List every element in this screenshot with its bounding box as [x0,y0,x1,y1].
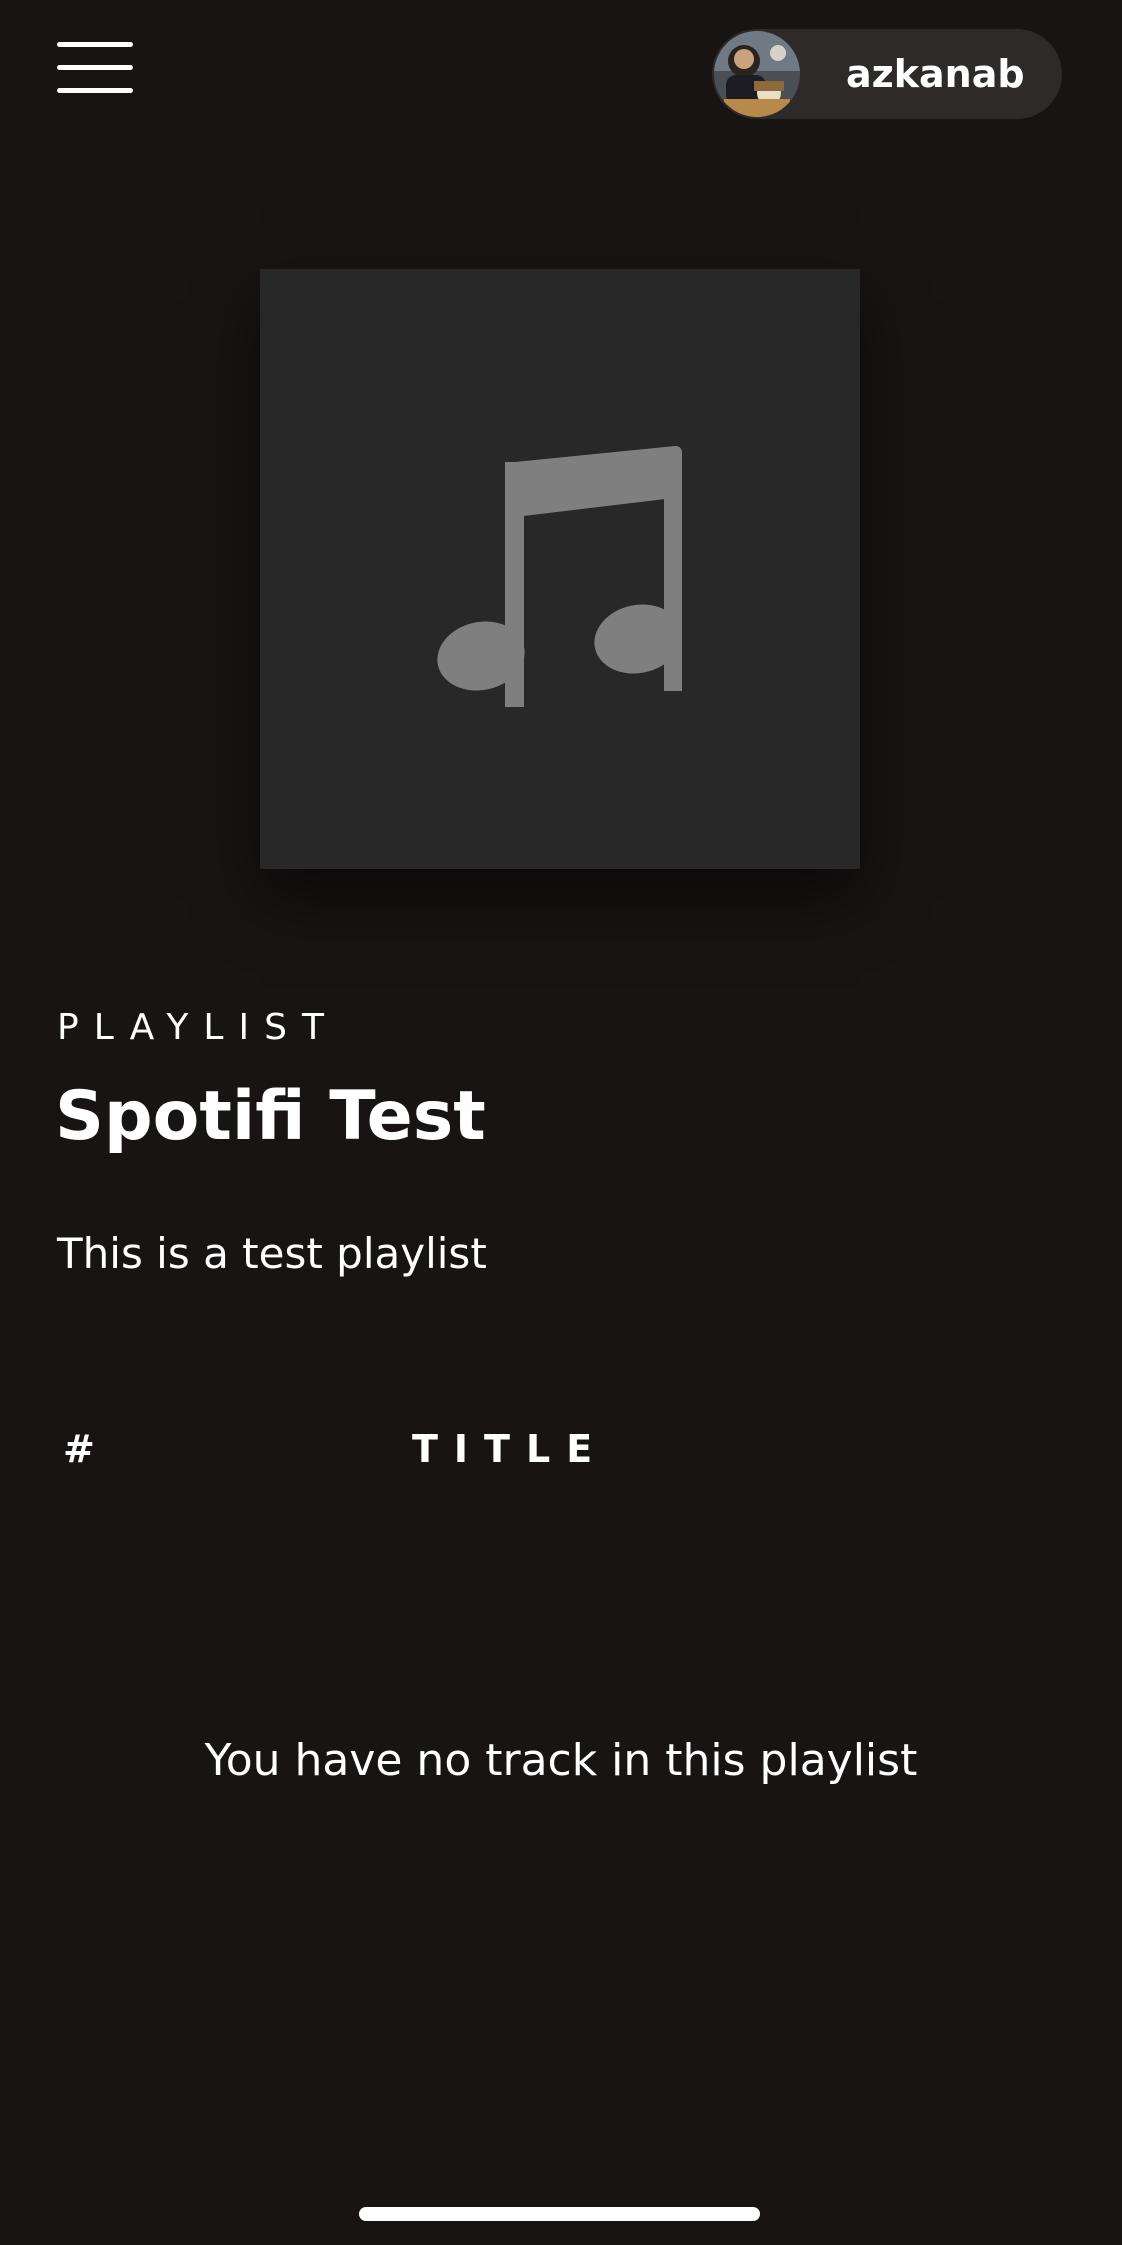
home-indicator[interactable] [359,2207,760,2221]
avatar [714,31,800,117]
menu-bar [57,65,133,70]
user-profile-button[interactable]: azkanab [712,29,1062,119]
menu-bar [57,88,133,93]
page-title: Spotifi Test [55,1077,486,1156]
column-header-title: TITLE [412,1427,609,1471]
playlist-type-label: PLAYLIST [57,1007,339,1048]
menu-bar [57,42,133,47]
avatar-photo [714,31,800,117]
music-note-icon [437,446,682,707]
empty-playlist-message: You have no track in this playlist [204,1735,918,1786]
playlist-description: This is a test playlist [57,1229,487,1278]
playlist-cover [260,269,860,869]
username: azkanab [846,52,1025,96]
hamburger-menu-icon[interactable] [57,40,133,96]
column-header-number: # [63,1427,95,1471]
